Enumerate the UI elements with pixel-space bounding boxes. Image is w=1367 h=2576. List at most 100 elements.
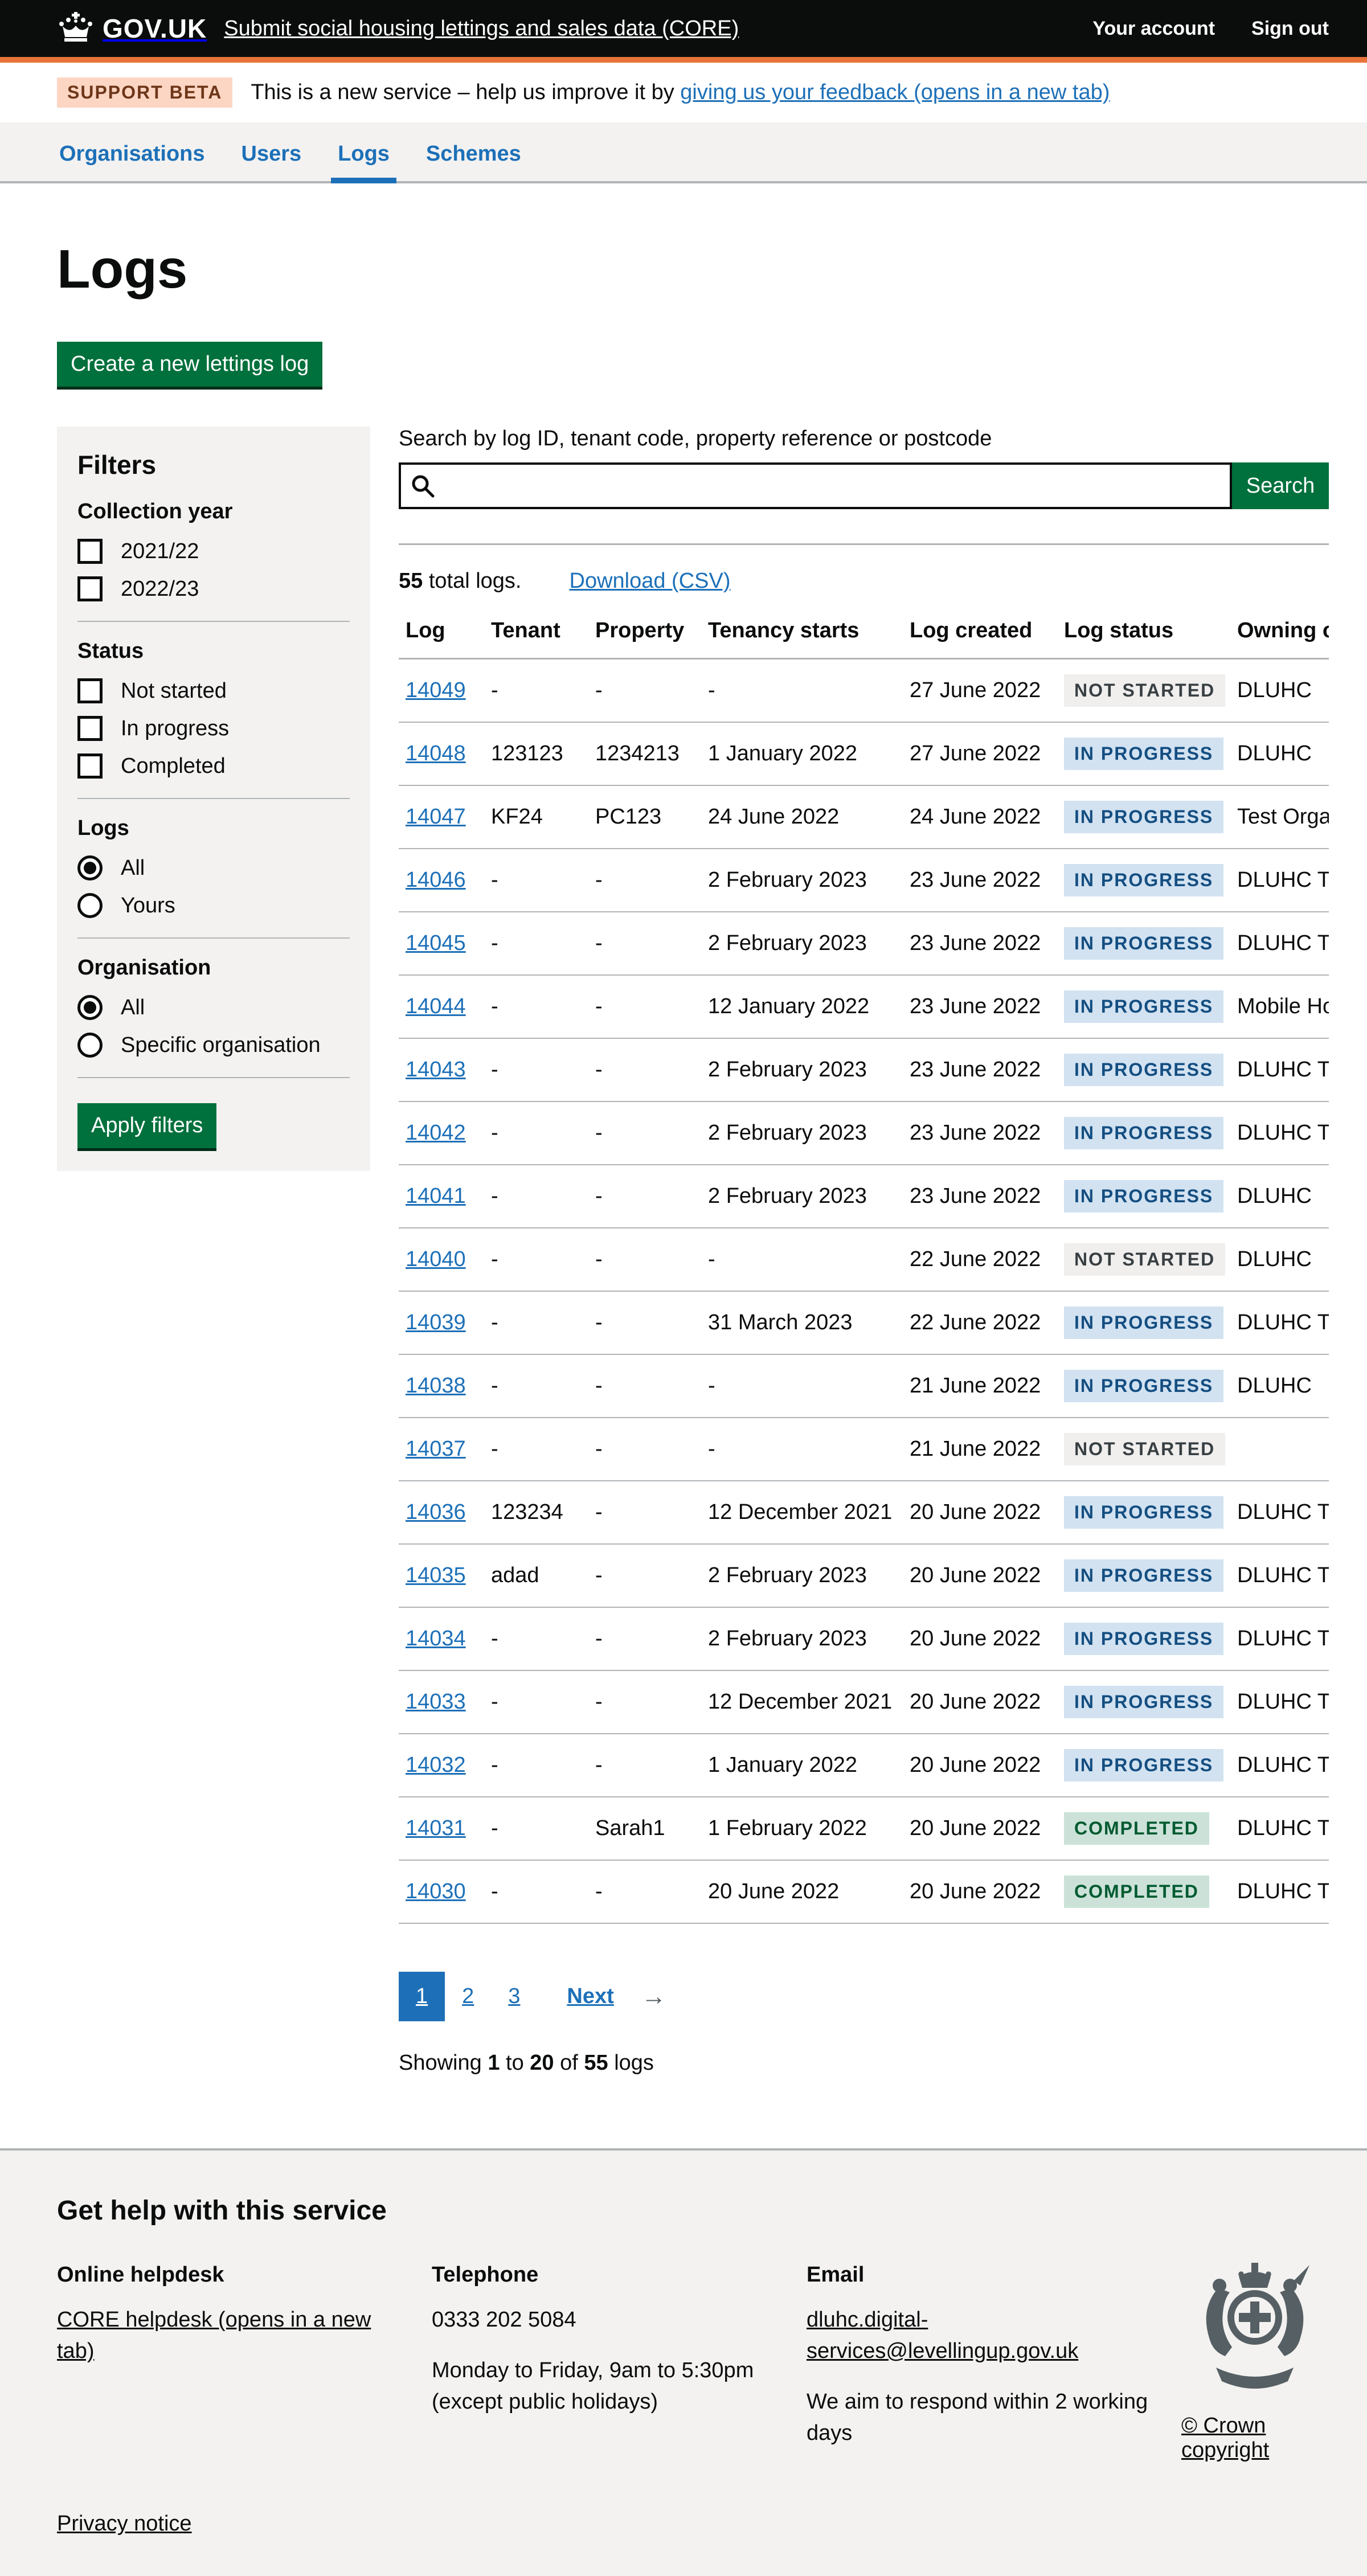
cell-log-created: 20 June 2022 xyxy=(903,1734,1057,1797)
your-account-link[interactable]: Your account xyxy=(1092,18,1215,40)
checkbox-2022-23-collection-year[interactable]: 2022/23 xyxy=(77,576,350,601)
cell-owning-organisation: DLUHC Test xyxy=(1230,849,1329,912)
radio-selected-dot xyxy=(84,1001,96,1014)
radio-all-organisation[interactable]: All xyxy=(77,995,350,1020)
filter-group-collection-year: Collection year2021/222022/23 xyxy=(77,499,350,622)
cell-owning-organisation: DLUHC xyxy=(1230,722,1329,785)
radio-yours-logs[interactable]: Yours xyxy=(77,893,350,918)
cell-owning-organisation: DLUHC Test xyxy=(1230,1607,1329,1670)
cell-log-created: 27 June 2022 xyxy=(903,659,1057,723)
cell-tenant: - xyxy=(484,912,588,975)
checkbox-2021-22-collection-year[interactable]: 2021/22 xyxy=(77,539,350,564)
service-name-link[interactable]: Submit social housing lettings and sales… xyxy=(224,17,739,41)
log-link[interactable]: 14041 xyxy=(406,1184,466,1208)
search-box xyxy=(399,462,1232,509)
radio-icon[interactable] xyxy=(77,1033,103,1058)
table-row: 14034--2 February 202320 June 2022In pro… xyxy=(399,1607,1329,1670)
cell-owning-organisation: DLUHC xyxy=(1230,659,1329,723)
cell-property: 1234213 xyxy=(588,722,701,785)
log-link[interactable]: 14035 xyxy=(406,1563,466,1587)
filter-group-heading: Organisation xyxy=(77,956,350,980)
radio-all-logs[interactable]: All xyxy=(77,855,350,880)
footer-online-helpdesk: Online helpdesk CORE helpdesk (opens in … xyxy=(57,2263,432,2463)
support-beta-tag: SUPPORT BETA xyxy=(57,77,232,108)
email-link[interactable]: dluhc.digital-services@levellingup.gov.u… xyxy=(807,2308,1078,2363)
cell-log-created: 22 June 2022 xyxy=(903,1228,1057,1291)
log-link[interactable]: 14040 xyxy=(406,1247,466,1271)
sign-out-link[interactable]: Sign out xyxy=(1251,18,1329,40)
log-link[interactable]: 14042 xyxy=(406,1121,466,1145)
cell-tenant: - xyxy=(484,1670,588,1734)
feedback-link[interactable]: giving us your feedback (opens in a new … xyxy=(680,80,1110,104)
cell-property: - xyxy=(588,1734,701,1797)
pagination-page-3[interactable]: 3 xyxy=(491,1972,537,2021)
filter-group-heading: Logs xyxy=(77,816,350,841)
table-row: 14032--1 January 202220 June 2022In prog… xyxy=(399,1734,1329,1797)
search-input[interactable] xyxy=(399,462,1232,509)
log-link[interactable]: 14037 xyxy=(406,1437,466,1461)
log-link[interactable]: 14045 xyxy=(406,931,466,955)
nav-item-organisations[interactable]: Organisations xyxy=(57,122,207,181)
log-link[interactable]: 14034 xyxy=(406,1627,466,1651)
core-helpdesk-link[interactable]: CORE helpdesk (opens in a new tab) xyxy=(57,2308,371,2363)
nav-item-users[interactable]: Users xyxy=(239,122,304,181)
column-header-owning-organisation: Owning organisation xyxy=(1230,613,1329,659)
cell-owning-organisation: Mobile Housing xyxy=(1230,975,1329,1038)
log-link[interactable]: 14044 xyxy=(406,994,466,1018)
cell-tenant: 123234 xyxy=(484,1481,588,1544)
checkbox-icon[interactable] xyxy=(77,539,103,564)
log-link[interactable]: 14043 xyxy=(406,1058,466,1082)
checkbox-icon[interactable] xyxy=(77,753,103,779)
log-link[interactable]: 14046 xyxy=(406,868,466,892)
govuk-logo[interactable]: GOV.UK xyxy=(57,12,207,46)
log-link[interactable]: 14047 xyxy=(406,805,466,829)
log-link[interactable]: 14049 xyxy=(406,678,466,702)
option-label: All xyxy=(121,996,145,1020)
radio-specific-organisation-organisation[interactable]: Specific organisation xyxy=(77,1033,350,1058)
showing-total: 55 xyxy=(584,2051,608,2075)
checkbox-icon[interactable] xyxy=(77,678,103,703)
filter-group-heading: Status xyxy=(77,639,350,664)
divider xyxy=(399,543,1329,545)
radio-icon[interactable] xyxy=(77,893,103,918)
log-link[interactable]: 14031 xyxy=(406,1816,466,1840)
log-link[interactable]: 14036 xyxy=(406,1500,466,1524)
option-label: Not started xyxy=(121,679,227,703)
apply-filters-button[interactable]: Apply filters xyxy=(77,1103,216,1148)
nav-item-schemes[interactable]: Schemes xyxy=(424,122,523,181)
cell-owning-organisation: DLUHC Test xyxy=(1230,1481,1329,1544)
nav-item-logs[interactable]: Logs xyxy=(335,122,392,181)
checkbox-icon[interactable] xyxy=(77,576,103,601)
cell-owning-organisation: DLUHC Test xyxy=(1230,1734,1329,1797)
log-link[interactable]: 14030 xyxy=(406,1879,466,1903)
crown-copyright-link[interactable]: © Crown copyright xyxy=(1181,2414,1329,2463)
pagination-page-2[interactable]: 2 xyxy=(445,1972,491,2021)
cell-log-created: 20 June 2022 xyxy=(903,1860,1057,1923)
checkbox-not-started-status[interactable]: Not started xyxy=(77,678,350,703)
log-link[interactable]: 14039 xyxy=(406,1310,466,1334)
status-badge: In progress xyxy=(1064,1307,1223,1339)
privacy-notice-link[interactable]: Privacy notice xyxy=(57,2512,192,2536)
cell-tenancy-starts: 1 January 2022 xyxy=(701,722,903,785)
create-lettings-log-button[interactable]: Create a new lettings log xyxy=(57,342,322,387)
search-button[interactable]: Search xyxy=(1232,462,1329,509)
table-row: 14049---27 June 2022Not startedDLUHC xyxy=(399,659,1329,723)
checkbox-icon[interactable] xyxy=(77,716,103,741)
cell-tenancy-starts: 2 February 2023 xyxy=(701,849,903,912)
log-link[interactable]: 14032 xyxy=(406,1753,466,1777)
download-csv-link[interactable]: Download (CSV) xyxy=(570,569,731,593)
radio-icon[interactable] xyxy=(77,855,103,880)
pagination-next-link[interactable]: Next xyxy=(550,1972,631,2021)
log-link[interactable]: 14033 xyxy=(406,1690,466,1714)
checkbox-in-progress-status[interactable]: In progress xyxy=(77,716,350,741)
cell-property: - xyxy=(588,659,701,723)
cell-tenancy-starts: 31 March 2023 xyxy=(701,1291,903,1354)
checkbox-completed-status[interactable]: Completed xyxy=(77,753,350,779)
radio-icon[interactable] xyxy=(77,995,103,1020)
log-link[interactable]: 14048 xyxy=(406,742,466,765)
cell-log-created: 23 June 2022 xyxy=(903,1038,1057,1101)
pagination-page-1[interactable]: 1 xyxy=(399,1972,445,2021)
option-label: All xyxy=(121,856,145,880)
log-link[interactable]: 14038 xyxy=(406,1374,466,1398)
total-logs-count: 55 xyxy=(399,569,423,593)
